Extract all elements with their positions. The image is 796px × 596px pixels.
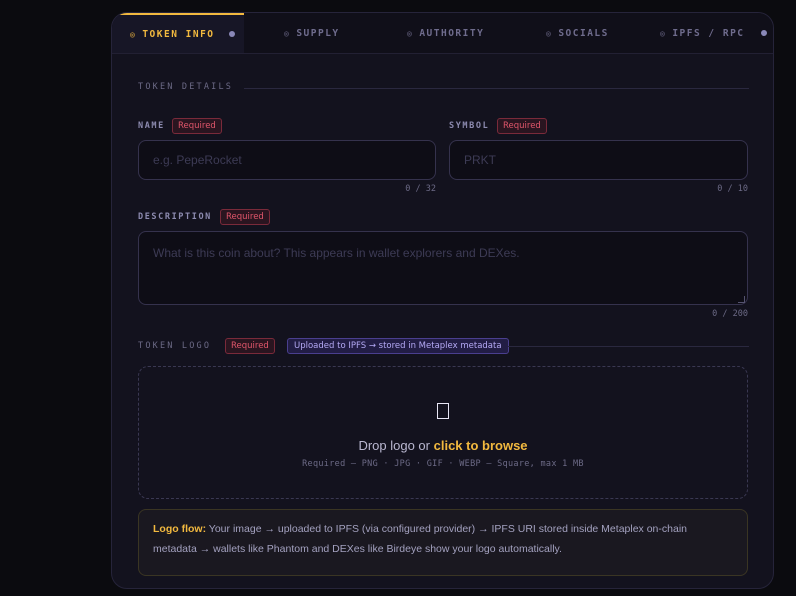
tab-label: TOKEN INFO — [142, 28, 215, 40]
section-divider — [244, 88, 749, 89]
logo-flow-title: Logo flow: — [153, 523, 207, 535]
tab-ipfs-rpc[interactable]: ◎ IPFS / RPC — [660, 13, 767, 53]
tab-authority[interactable]: ◎ AUTHORITY — [407, 13, 484, 53]
socials-icon: ◎ — [546, 28, 553, 38]
resize-handle-icon[interactable] — [738, 296, 745, 303]
tab-supply[interactable]: ◎ SUPPLY — [284, 13, 340, 53]
required-badge: Required — [172, 118, 222, 134]
symbol-char-counter: 0 / 10 — [717, 184, 748, 194]
file-icon — [437, 403, 449, 419]
section-title-token-logo: TOKEN LOGO — [138, 341, 212, 351]
drop-text: Drop logo or — [358, 438, 434, 453]
name-label: NAME — [138, 121, 165, 131]
description-char-counter: 0 / 200 — [712, 309, 748, 319]
status-dot-icon — [760, 30, 767, 36]
logo-flow-note: Logo flow: Your image → uploaded to IPFS… — [138, 509, 748, 576]
token-form-panel: ◎ TOKEN INFO ◎ SUPPLY ◎ AUTHORITY ◎ SOCI… — [111, 12, 774, 589]
name-char-counter: 0 / 32 — [405, 184, 436, 194]
ipfs-icon: ◎ — [660, 28, 667, 38]
logo-flow-text: Your image → uploaded to IPFS (via confi… — [153, 523, 687, 555]
tab-socials[interactable]: ◎ SOCIALS — [546, 13, 609, 53]
token-info-icon: ◎ — [130, 29, 137, 39]
section-title-token-details: TOKEN DETAILS — [138, 82, 234, 92]
tab-label: AUTHORITY — [419, 27, 485, 39]
tab-bar: ◎ TOKEN INFO ◎ SUPPLY ◎ AUTHORITY ◎ SOCI… — [112, 13, 773, 54]
required-badge: Required — [225, 338, 275, 354]
logo-dropzone[interactable]: Drop logo or click to browse Required — … — [138, 366, 748, 499]
description-label: DESCRIPTION — [138, 212, 212, 222]
dropzone-text: Drop logo or click to browse — [139, 438, 747, 453]
symbol-input[interactable] — [449, 140, 748, 180]
section-divider — [508, 346, 749, 347]
authority-icon: ◎ — [407, 28, 414, 38]
name-input[interactable] — [138, 140, 436, 180]
tab-label: SOCIALS — [558, 27, 609, 39]
tab-token-info[interactable]: ◎ TOKEN INFO — [112, 13, 244, 53]
symbol-label: SYMBOL — [449, 121, 490, 131]
required-badge: Required — [220, 209, 270, 225]
required-badge: Required — [497, 118, 547, 134]
description-textarea[interactable] — [138, 231, 748, 305]
dropzone-hint: Required — PNG · JPG · GIF · WEBP — Squa… — [302, 459, 584, 469]
ipfs-info-badge: Uploaded to IPFS → stored in Metaplex me… — [287, 338, 509, 354]
tab-label: IPFS / RPC — [672, 27, 745, 39]
status-dot-icon — [228, 31, 235, 37]
tab-label: SUPPLY — [296, 27, 340, 39]
supply-icon: ◎ — [284, 28, 291, 38]
browse-link[interactable]: click to browse — [434, 438, 528, 453]
